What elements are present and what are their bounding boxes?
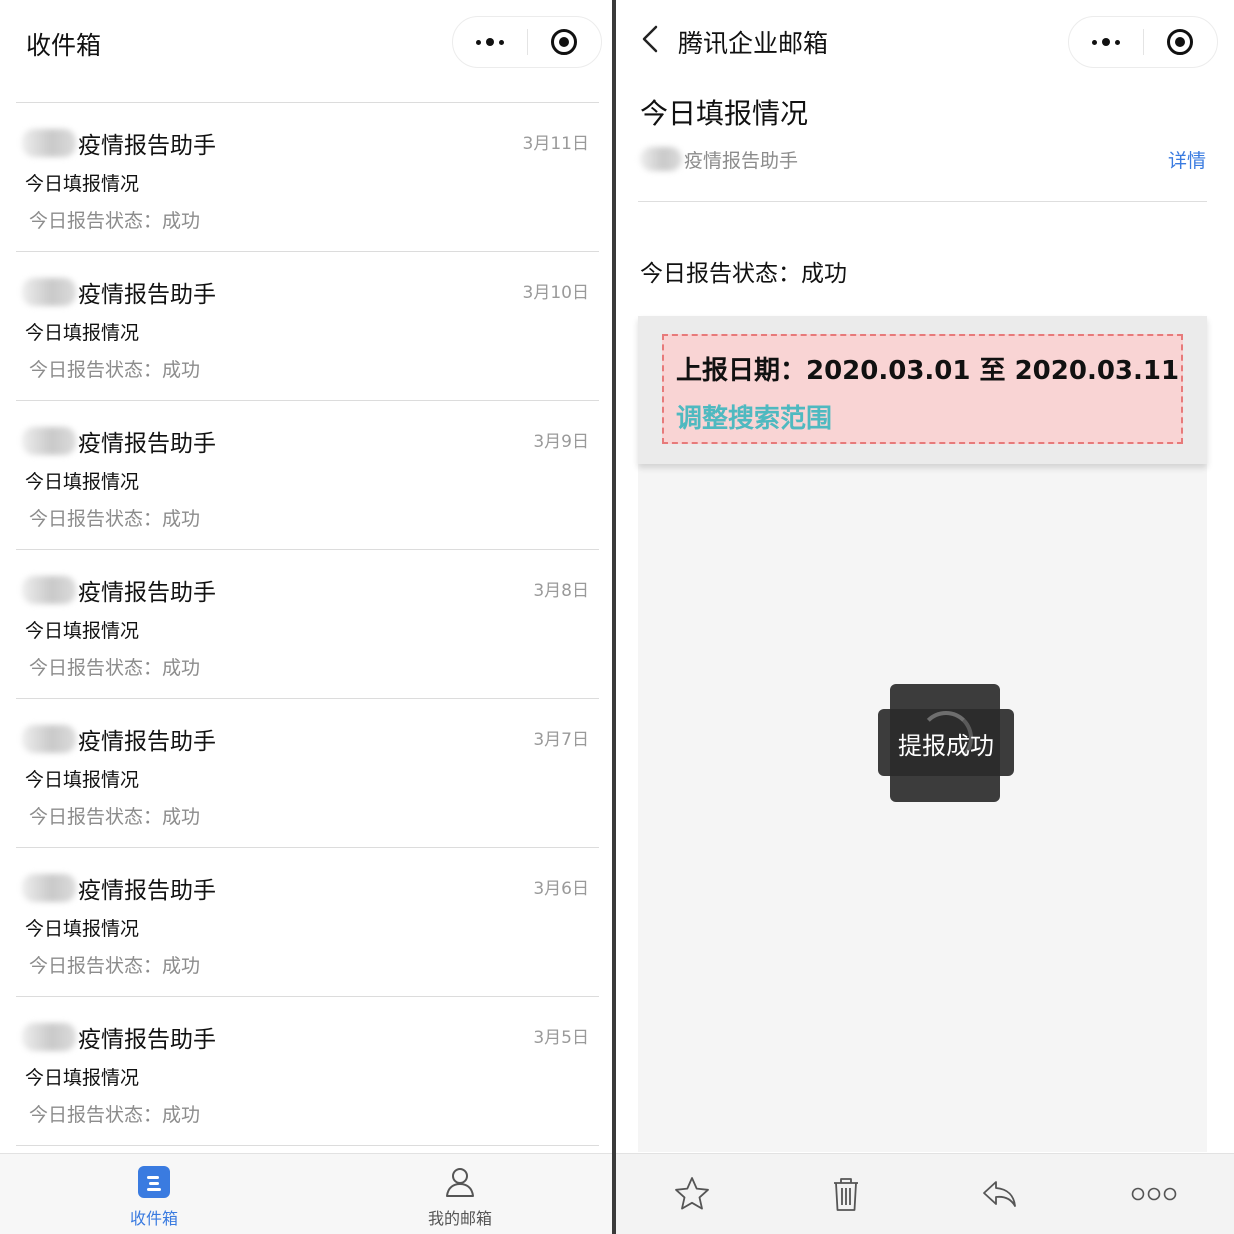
mail-subject: 今日填报情况 [25, 322, 140, 344]
tab-my-mailbox[interactable]: 我的邮箱 [360, 1154, 560, 1234]
mail-sender-row: 疫情报告助手 [22, 872, 216, 904]
redacted-sender-prefix [22, 576, 76, 604]
date-range-box: 上报日期：2020.03.01 至 2020.03.11 调整搜索范围 [662, 334, 1183, 444]
mail-list-item[interactable]: 疫情报告助手 3月10日今日填报情况今日报告状态：成功 [16, 252, 599, 401]
mail-subject: 今日填报情况 [25, 918, 140, 940]
close-miniprogram-button[interactable] [528, 29, 602, 55]
page-title: 收件箱 [26, 31, 102, 60]
miniprogram-capsule [1068, 16, 1218, 68]
reply-icon [983, 1181, 1016, 1207]
mail-sender-row: 疫情报告助手 [22, 425, 216, 457]
tab-bar: 收件箱 我的邮箱 [0, 1153, 612, 1234]
person-icon [446, 1168, 474, 1197]
mail-date: 3月11日 [522, 134, 589, 154]
mail-sender: 疫情报告助手 [78, 431, 216, 457]
redacted-sender-prefix [640, 147, 682, 171]
tab-label: 收件箱 [129, 1209, 178, 1228]
tab-label: 我的邮箱 [427, 1209, 492, 1228]
mail-sender: 疫情报告助手 [78, 580, 216, 606]
mail-date: 3月6日 [533, 879, 589, 899]
redacted-sender-prefix [22, 129, 76, 157]
mail-preview: 今日报告状态：成功 [29, 1104, 201, 1126]
redacted-sender-prefix [22, 725, 76, 753]
mail-list-item[interactable]: 疫情报告助手 3月8日今日填报情况今日报告状态：成功 [16, 550, 599, 699]
delete-button[interactable] [824, 1172, 868, 1216]
mail-subject: 今日填报情况 [25, 1067, 140, 1089]
mail-list-item[interactable]: 疫情报告助手 3月6日今日填报情况今日报告状态：成功 [16, 848, 599, 997]
mail-detail-panel: 腾讯企业邮箱 今日填报情况 疫情报告助手 详情 今日报告状态：成功 上报日期：2… [616, 0, 1234, 1234]
mail-list: 疫情报告助手 3月11日 今日填报情况 今日报告状态：成功 疫情报告助手 3月10日 今日填… [16, 102, 599, 1146]
toast: 提报成功 [878, 684, 1014, 802]
target-icon [551, 29, 578, 55]
mail-action-bar [616, 1153, 1234, 1234]
mail-body: 上报日期：2020.03.01 至 2020.03.11 调整搜索范围 提报成功 [638, 316, 1207, 1152]
redacted-sender-prefix [22, 874, 76, 902]
redacted-sender-prefix [22, 278, 76, 306]
divider [638, 201, 1207, 202]
mail-sender-row: 疫情报告助手 [22, 127, 216, 159]
mail-date: 3月10日 [522, 283, 589, 303]
mail-date: 3月5日 [533, 1028, 589, 1048]
miniprogram-capsule [452, 16, 602, 68]
mail-preview: 今日报告状态：成功 [29, 210, 201, 232]
date-range-text: 上报日期：2020.03.01 至 2020.03.11 [676, 356, 1180, 386]
redacted-sender-prefix [22, 427, 76, 455]
mail-subject: 今日填报情况 [25, 471, 140, 493]
mail-list-item[interactable]: 疫情报告助手 3月11日今日填报情况今日报告状态：成功 [16, 103, 599, 252]
mail-preview: 今日报告状态：成功 [29, 657, 201, 679]
mail-sender-row: 疫情报告助手 [22, 1021, 216, 1053]
mail-preview: 今日报告状态：成功 [29, 508, 201, 530]
mail-sender: 疫情报告助手 [78, 729, 216, 755]
mail-subject: 今日填报情况 [25, 769, 140, 791]
mail-sender-row: 疫情报告助手 [22, 723, 216, 755]
mail-list-item[interactable]: 疫情报告助手 3月9日今日填报情况今日报告状态：成功 [16, 401, 599, 550]
mail-sender-row: 疫情报告助手 [22, 574, 216, 606]
star-icon [675, 1177, 709, 1210]
mail-sender: 疫情报告助手 [78, 282, 216, 308]
mail-date: 3月7日 [533, 730, 589, 750]
report-status-text: 今日报告状态：成功 [640, 261, 847, 287]
target-icon [1167, 29, 1194, 55]
close-miniprogram-button[interactable] [1144, 29, 1218, 55]
mail-sender: 疫情报告助手 [684, 149, 799, 172]
mail-preview: 今日报告状态：成功 [29, 806, 201, 828]
redacted-sender-prefix [22, 1023, 76, 1051]
mail-list-item[interactable]: 疫情报告助手 3月5日今日填报情况今日报告状态：成功 [16, 997, 599, 1146]
inbox-icon [138, 1166, 170, 1198]
trash-icon [834, 1178, 858, 1211]
more-menu-button[interactable] [1069, 38, 1143, 46]
details-link[interactable]: 详情 [1168, 146, 1206, 173]
app-title: 腾讯企业邮箱 [678, 29, 829, 58]
mail-subject: 今日填报情况 [25, 173, 140, 195]
toast-message: 提报成功 [898, 732, 994, 760]
mail-sender-row: 疫情报告助手 [640, 144, 798, 174]
star-button[interactable] [670, 1172, 714, 1216]
report-header: 上报日期：2020.03.01 至 2020.03.11 调整搜索范围 [638, 316, 1207, 464]
mail-preview: 今日报告状态：成功 [29, 955, 201, 977]
mail-sender: 疫情报告助手 [78, 133, 216, 159]
more-button[interactable] [1130, 1172, 1178, 1216]
mail-sender: 疫情报告助手 [78, 878, 216, 904]
mail-date: 3月9日 [533, 432, 589, 452]
back-icon[interactable] [638, 24, 662, 54]
mail-preview: 今日报告状态：成功 [29, 359, 201, 381]
tab-inbox[interactable]: 收件箱 [54, 1154, 254, 1234]
reply-button[interactable] [978, 1172, 1022, 1216]
mail-subject: 今日填报情况 [640, 97, 809, 130]
inbox-panel: 收件箱 疫情报告助手 3月11日 今日填报情况 今日报告状态：成功 疫情报告助手 3月10… [0, 0, 612, 1234]
more-icon [1131, 1187, 1177, 1201]
mail-subject: 今日填报情况 [25, 620, 140, 642]
mail-date: 3月8日 [533, 581, 589, 601]
mail-sender: 疫情报告助手 [78, 1027, 216, 1053]
more-menu-button[interactable] [453, 38, 527, 46]
mail-sender-row: 疫情报告助手 [22, 276, 216, 308]
mail-list-item[interactable]: 疫情报告助手 3月7日今日填报情况今日报告状态：成功 [16, 699, 599, 848]
adjust-search-range-link[interactable]: 调整搜索范围 [676, 398, 832, 435]
